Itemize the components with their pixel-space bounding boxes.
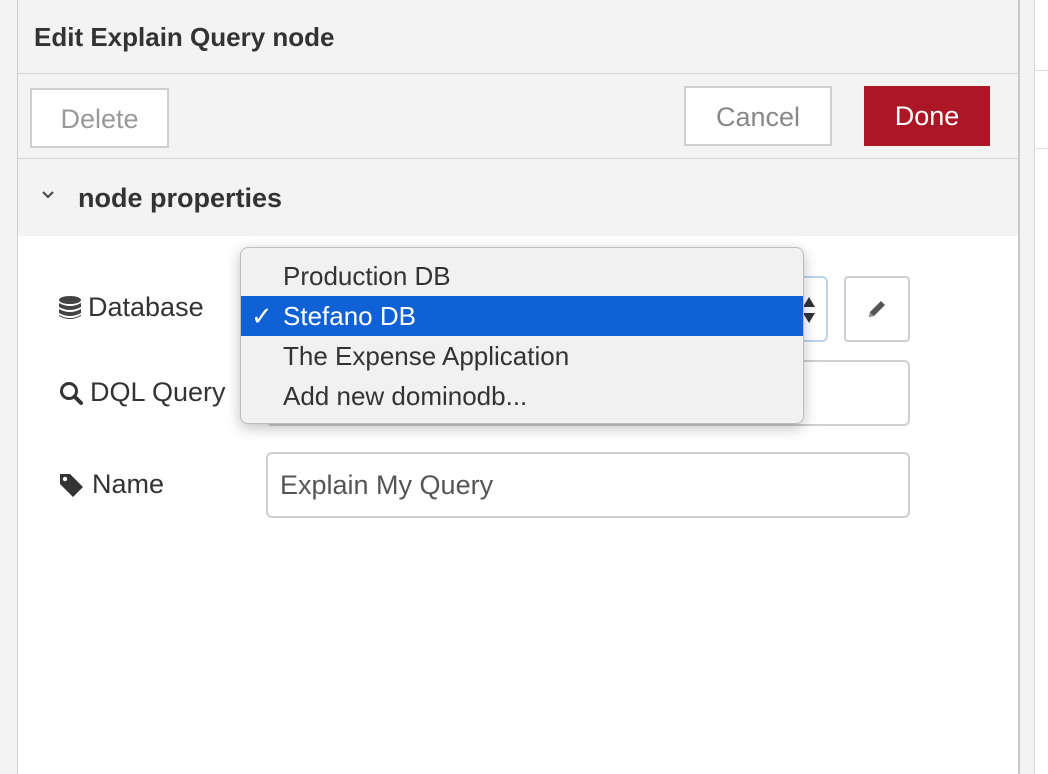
- search-icon: [60, 381, 83, 405]
- left-gutter: [0, 0, 18, 774]
- done-button[interactable]: Done: [864, 86, 990, 146]
- dql-query-label: DQL Query: [90, 377, 226, 407]
- dropdown-option-add-new[interactable]: Add new dominodb...: [241, 376, 803, 416]
- option-label: Add new dominodb...: [283, 381, 528, 411]
- dropdown-option[interactable]: The Expense Application: [241, 336, 803, 376]
- option-label: Production DB: [283, 261, 451, 291]
- tray-toolbar: Delete Cancel Done: [18, 74, 1018, 159]
- edit-database-button[interactable]: [844, 276, 910, 342]
- delete-button[interactable]: Delete: [30, 88, 169, 148]
- dropdown-option[interactable]: Production DB: [241, 256, 803, 296]
- right-edge-panel: [1020, 0, 1048, 774]
- right-edge-divider: [1034, 148, 1048, 149]
- database-label: Database: [88, 292, 204, 322]
- checkmark-icon: ✓: [251, 301, 273, 331]
- name-row-label: Name: [58, 469, 164, 500]
- option-label: Stefano DB: [283, 301, 416, 331]
- tag-icon: [60, 473, 83, 497]
- page-title: Edit Explain Query node: [34, 22, 335, 52]
- pencil-icon: [869, 301, 885, 317]
- name-input[interactable]: Explain My Query: [266, 452, 910, 518]
- chevron-down-icon: [42, 191, 54, 199]
- select-arrows-icon: [803, 297, 815, 323]
- name-label: Name: [92, 469, 165, 499]
- option-label: The Expense Application: [283, 341, 570, 371]
- database-dropdown-menu: Production DB ✓ Stefano DB The Expense A…: [240, 247, 804, 424]
- database-icon: [59, 295, 81, 319]
- right-edge-divider: [1034, 70, 1048, 71]
- dropdown-option-selected[interactable]: ✓ Stefano DB: [241, 296, 803, 336]
- tray-header: Edit Explain Query node: [18, 0, 1018, 74]
- dql-row-label: DQL Query: [58, 377, 226, 408]
- cancel-button[interactable]: Cancel: [684, 86, 832, 146]
- node-properties-header[interactable]: node properties: [18, 159, 1018, 236]
- section-title: node properties: [78, 183, 283, 213]
- right-edge-inner: [1034, 0, 1048, 774]
- database-row-label: Database: [58, 292, 204, 323]
